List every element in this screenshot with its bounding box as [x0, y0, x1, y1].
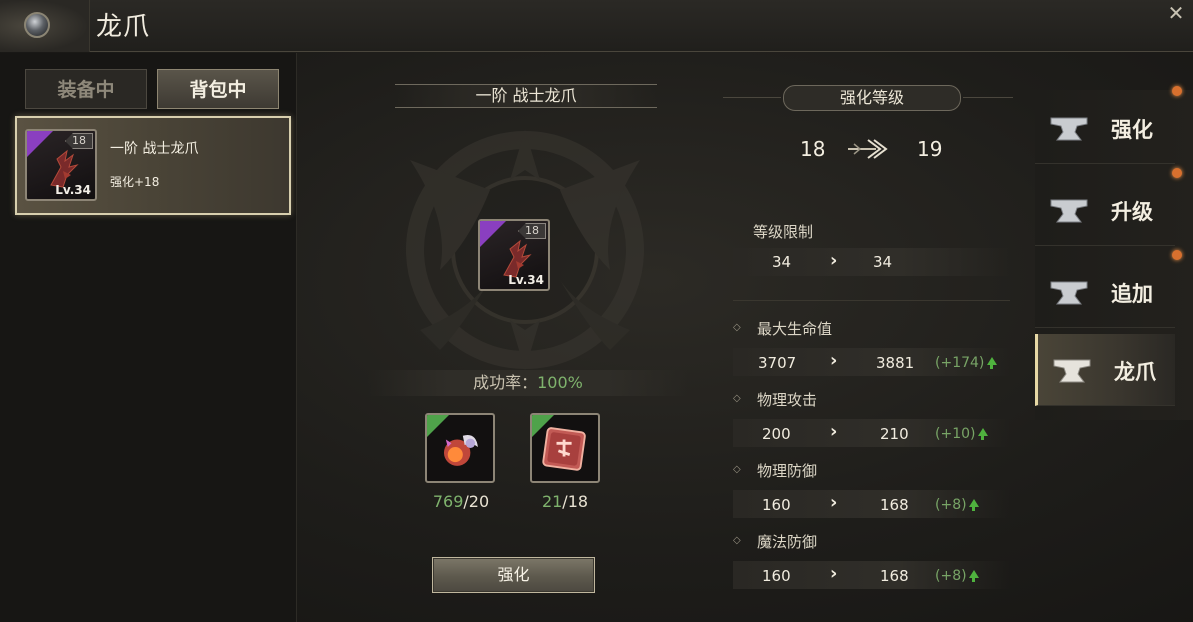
material-1-have: 769	[432, 492, 464, 511]
item-name: 一阶 战士龙爪	[110, 141, 199, 157]
diamond-icon: ◇	[733, 393, 741, 404]
close-icon[interactable]: ✕	[1165, 2, 1187, 24]
material-2-need: /18	[562, 492, 589, 511]
stat-label-phys-atk: 物理攻击	[757, 391, 818, 409]
header-emblem	[0, 0, 90, 52]
selected-item-title: 一阶 战士龙爪	[395, 84, 657, 108]
arrow-icon: ›	[830, 563, 838, 584]
stat-label-phys-def: 物理防御	[757, 462, 818, 480]
item-level: Lv.34	[55, 183, 91, 197]
next-enhance-level: 19	[917, 137, 943, 161]
nav-item-dragon-claw[interactable]: 龙爪	[1035, 334, 1175, 406]
arrow-icon: ›	[830, 492, 838, 513]
tab-bag[interactable]: 背包中	[157, 69, 279, 109]
stat-delta-magic-def: (+8)	[935, 568, 967, 584]
stat-from-phys-atk: 200	[762, 425, 791, 443]
nav-label-enhance: 强化	[1111, 118, 1153, 142]
item-icon: 18 Lv.34	[25, 129, 97, 201]
header-divider-right	[963, 97, 1013, 98]
stat-from-magic-def: 160	[762, 567, 791, 585]
enhance-level-header: 强化等级	[783, 85, 961, 111]
notification-dot	[1172, 168, 1182, 178]
item-list-entry[interactable]: 18 Lv.34 一阶 战士龙爪 强化+18	[15, 116, 291, 215]
anvil-icon	[1050, 199, 1088, 223]
stat-from-phys-def: 160	[762, 496, 791, 514]
level-up-arrow-icon	[848, 139, 888, 159]
anvil-icon	[1053, 359, 1091, 383]
arrow-icon: ›	[830, 250, 838, 271]
level-limit-to: 34	[873, 253, 893, 271]
notification-dot	[1172, 86, 1182, 96]
arrow-icon: ›	[830, 421, 838, 442]
success-rate-label: 成功率：	[473, 373, 538, 392]
material-2-count: 21/18	[520, 492, 610, 511]
stat-to-phys-atk: 210	[880, 425, 909, 443]
nav-label-append: 追加	[1111, 282, 1153, 306]
nav-item-append[interactable]: 追加	[1035, 256, 1175, 328]
stat-delta-phys-def: (+8)	[935, 497, 967, 513]
anvil-icon	[1050, 281, 1088, 305]
diamond-icon: ◇	[733, 322, 741, 333]
material-2-have: 21	[541, 492, 563, 511]
up-arrow-stem	[990, 364, 993, 369]
up-arrow-stem	[972, 506, 975, 511]
stat-delta-phys-atk: (+10)	[935, 426, 976, 442]
page-title: 龙爪	[96, 12, 151, 42]
orb-icon	[24, 12, 50, 38]
nav-label-dragon-claw: 龙爪	[1114, 360, 1156, 384]
level-limit-label: 等级限制	[753, 223, 814, 241]
stat-label-max-hp: 最大生命值	[757, 320, 833, 338]
material-slot-2[interactable]	[530, 413, 600, 483]
divider	[733, 300, 1010, 301]
title-bar: 龙爪 ✕	[0, 0, 1193, 52]
tab-equipped[interactable]: 装备中	[25, 69, 147, 109]
stat-label-magic-def: 魔法防御	[757, 533, 818, 551]
level-limit-from: 34	[772, 253, 792, 271]
nav-item-upgrade[interactable]: 升级	[1035, 174, 1175, 246]
nav-label-upgrade: 升级	[1111, 200, 1153, 224]
material-1-need: /20	[463, 492, 490, 511]
item-level: Lv.34	[508, 273, 544, 287]
stat-delta-max-hp: (+174)	[935, 355, 985, 371]
item-enhance-level: 强化+18	[110, 175, 160, 189]
nav-item-enhance[interactable]: 强化	[1035, 92, 1175, 164]
material-rarity-corner	[532, 415, 554, 437]
header-divider-left	[723, 97, 781, 98]
stat-from-max-hp: 3707	[758, 354, 797, 372]
diamond-icon: ◇	[733, 535, 741, 546]
material-slot-1[interactable]	[425, 413, 495, 483]
current-enhance-level: 18	[800, 137, 826, 161]
up-arrow-stem	[981, 435, 984, 440]
enhance-button[interactable]: 强化	[432, 557, 595, 593]
success-rate-value: 100%	[537, 373, 583, 392]
up-arrow-stem	[972, 577, 975, 582]
arrow-icon: ›	[830, 350, 838, 371]
notification-dot	[1172, 250, 1182, 260]
success-rate: 成功率：100%	[368, 370, 688, 396]
diamond-icon: ◇	[733, 464, 741, 475]
material-rarity-corner	[427, 415, 449, 437]
material-1-count: 769/20	[416, 492, 506, 511]
stat-to-max-hp: 3881	[876, 354, 915, 372]
selected-item-icon: 18 Lv.34	[478, 219, 550, 291]
stat-to-phys-def: 168	[880, 496, 909, 514]
stat-to-magic-def: 168	[880, 567, 909, 585]
anvil-icon	[1050, 117, 1088, 141]
inventory-panel: 装备中 背包中 18 Lv.34 一阶 战士龙爪 强化+18	[0, 53, 297, 622]
